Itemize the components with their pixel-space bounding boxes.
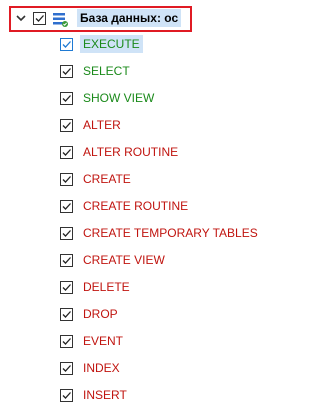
privilege-checkbox[interactable] [60, 173, 73, 186]
privilege-item[interactable]: DELETE [60, 276, 267, 298]
privileges-tree: База данных: ос EXECUTE SELECT SHOW VIEW AL… [0, 0, 267, 402]
privilege-item[interactable]: EVENT [60, 330, 267, 352]
privilege-label: CREATE VIEW [83, 253, 165, 267]
privilege-checkbox[interactable] [60, 119, 73, 132]
privilege-checkbox[interactable] [60, 65, 73, 78]
chevron-down-icon[interactable] [14, 11, 28, 25]
privilege-label: INDEX [83, 361, 120, 375]
privilege-label: CREATE TEMPORARY TABLES [83, 226, 258, 240]
privilege-checkbox[interactable] [60, 281, 73, 294]
privilege-label: ALTER [83, 118, 121, 132]
privilege-item[interactable]: CREATE VIEW [60, 249, 267, 271]
privilege-label: SHOW VIEW [83, 91, 155, 105]
privilege-item[interactable]: SELECT [60, 60, 267, 82]
privilege-label: EXECUTE [83, 37, 140, 51]
tree-root-database[interactable]: База данных: ос [11, 8, 192, 30]
database-label: База данных: ос [77, 9, 182, 27]
privilege-label: SELECT [83, 64, 130, 78]
privilege-item[interactable]: CREATE ROUTINE [60, 195, 267, 217]
privilege-label: INSERT [83, 388, 127, 402]
privilege-checkbox[interactable] [60, 227, 73, 240]
privilege-item[interactable]: ALTER [60, 114, 267, 136]
privilege-item[interactable]: CREATE [60, 168, 267, 190]
privilege-item[interactable]: DROP [60, 303, 267, 325]
privilege-checkbox[interactable] [60, 389, 73, 402]
privilege-label: CREATE [83, 172, 131, 186]
privilege-checkbox[interactable] [60, 92, 73, 105]
privilege-label: DELETE [83, 280, 130, 294]
privilege-label: DROP [83, 307, 118, 321]
privilege-item[interactable]: SHOW VIEW [60, 87, 267, 109]
privilege-label: CREATE ROUTINE [83, 199, 189, 213]
privilege-item[interactable]: ALTER ROUTINE [60, 141, 267, 163]
privilege-checkbox[interactable] [60, 200, 73, 213]
privilege-checkbox[interactable] [60, 146, 73, 159]
privilege-item[interactable]: EXECUTE [60, 33, 267, 55]
privilege-checkbox[interactable] [60, 308, 73, 321]
privilege-item[interactable]: CREATE TEMPORARY TABLES [60, 222, 267, 244]
privilege-label: ALTER ROUTINE [83, 145, 179, 159]
privilege-checkbox[interactable] [60, 362, 73, 375]
privilege-item[interactable]: INDEX [60, 357, 267, 379]
privilege-item[interactable]: INSERT [60, 384, 267, 406]
privilege-checkbox[interactable] [60, 254, 73, 267]
privilege-label: EVENT [83, 334, 124, 348]
privilege-checkbox[interactable] [60, 38, 73, 51]
root-checkbox[interactable] [33, 12, 46, 25]
privilege-checkbox[interactable] [60, 335, 73, 348]
database-icon [52, 11, 68, 27]
